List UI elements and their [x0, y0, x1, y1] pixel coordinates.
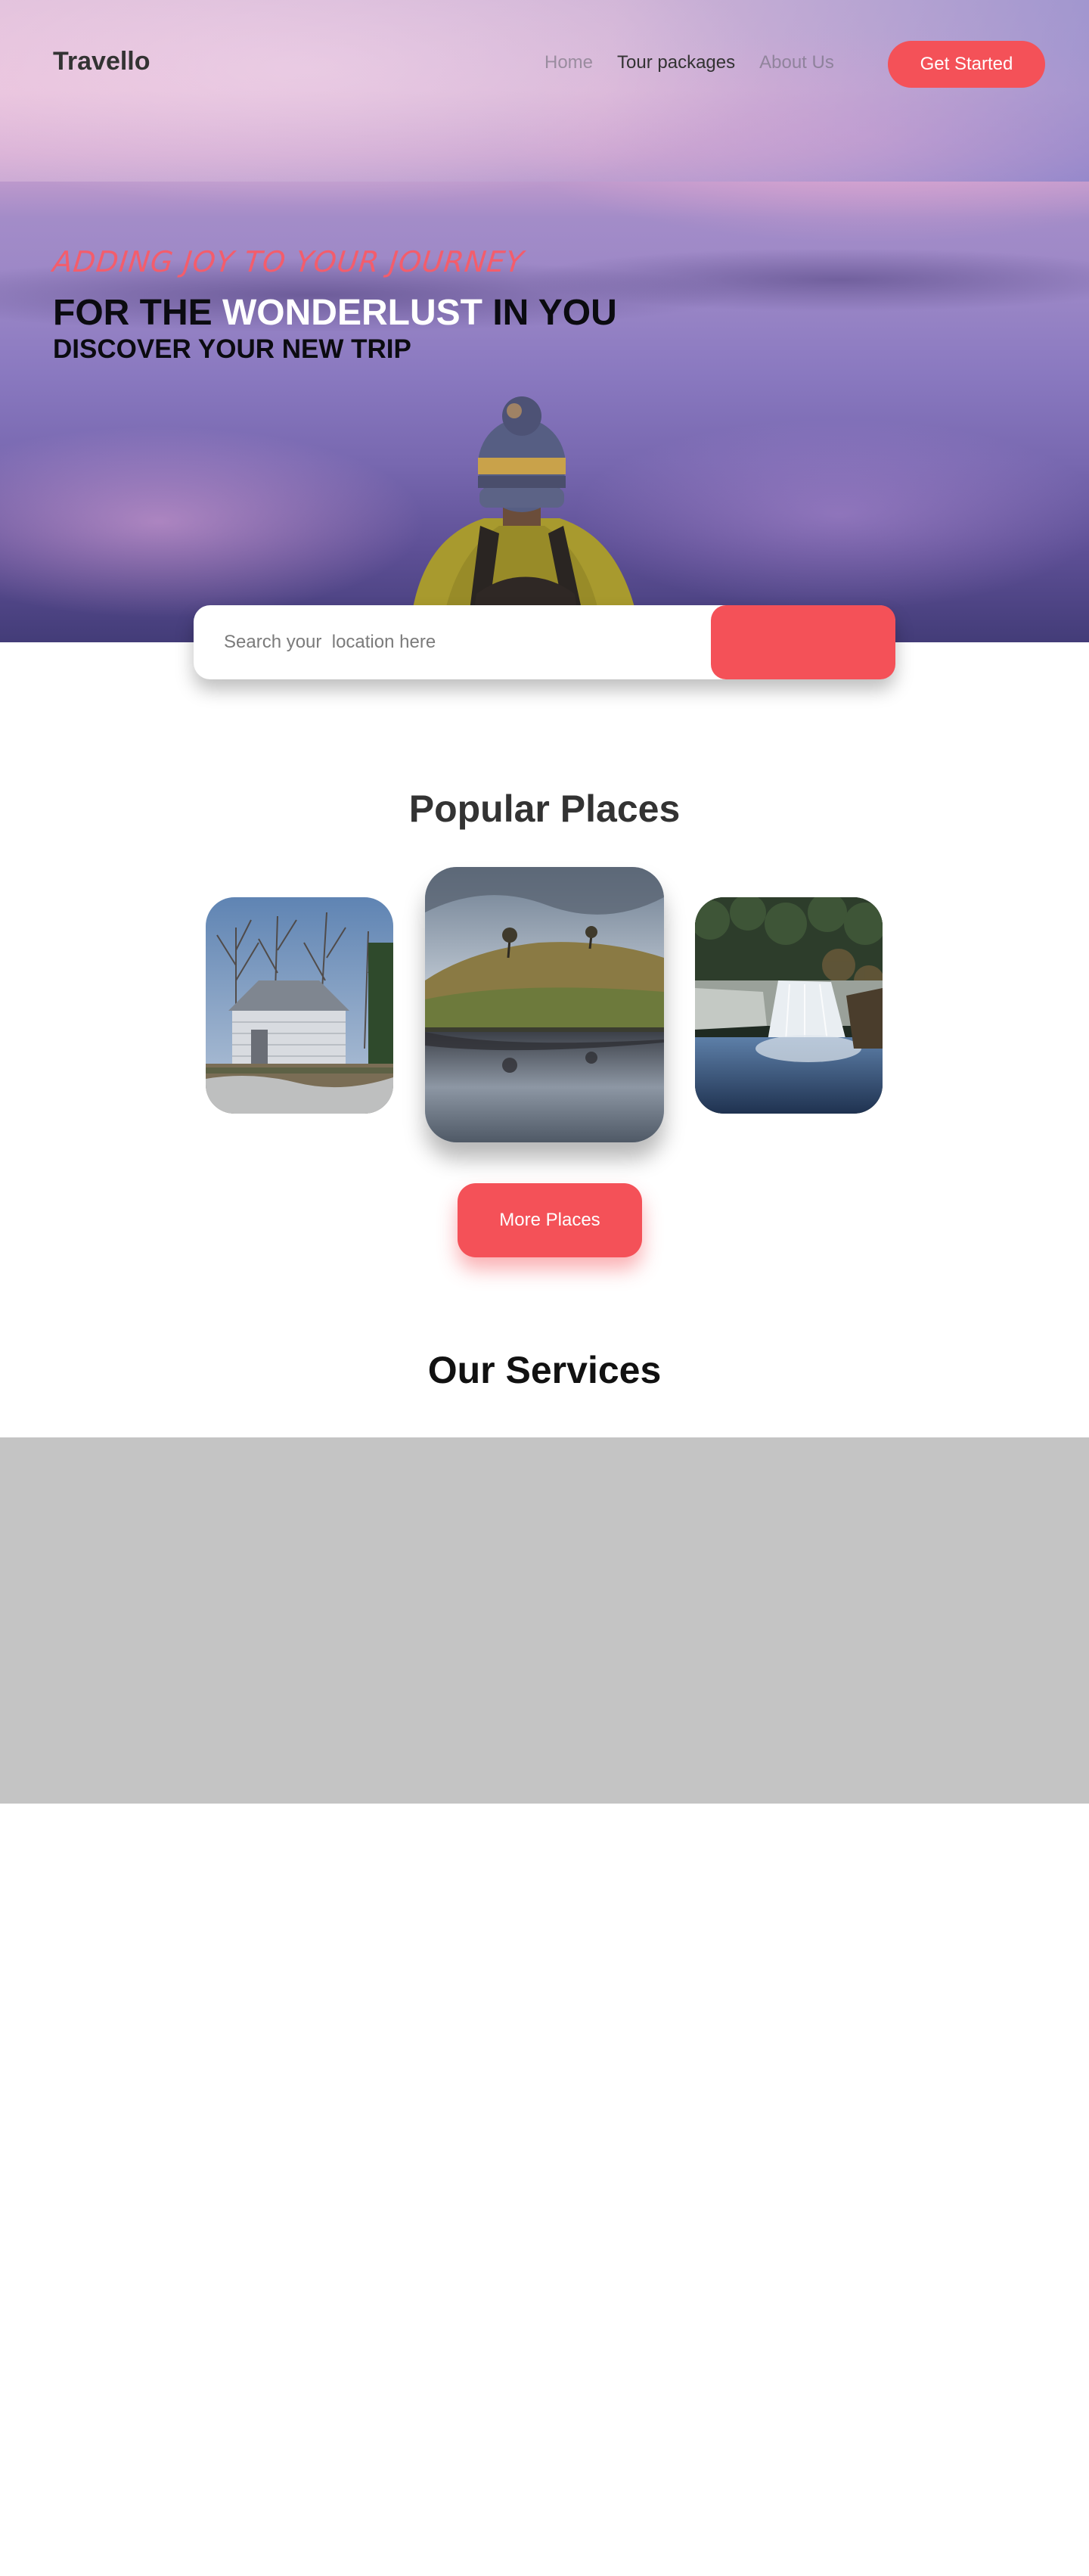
nav-link-home[interactable]: Home: [544, 52, 593, 73]
hero-tagline: ADDING JOY TO YOUR JOURNEY: [51, 245, 526, 278]
search-input[interactable]: [224, 628, 662, 657]
barn-image: [206, 897, 393, 1114]
get-started-button[interactable]: Get Started: [888, 41, 1045, 88]
search-button[interactable]: [711, 605, 895, 679]
hero-headline: FOR THE WONDERLUST IN YOU: [53, 292, 617, 334]
place-card-hill[interactable]: [425, 867, 664, 1142]
main-nav: Home Tour packages About Us: [544, 52, 858, 73]
our-services-title: Our Services: [427, 1349, 662, 1391]
popular-places-title: Popular Places: [408, 788, 681, 830]
place-card-barn[interactable]: [206, 897, 393, 1114]
services-placeholder-block: [0, 1437, 1089, 1804]
hero-subheadline: DISCOVER YOUR NEW TRIP: [53, 334, 411, 364]
hiker-image: [408, 396, 642, 642]
headline-prefix: FOR THE: [53, 293, 213, 333]
place-card-waterfall[interactable]: [695, 897, 883, 1114]
headline-suffix: IN YOU: [492, 293, 617, 333]
hill-image: [425, 867, 664, 1142]
headline-highlight: WONDERLUST: [222, 293, 482, 333]
more-places-button[interactable]: More Places: [458, 1183, 642, 1257]
nav-link-tour-packages[interactable]: Tour packages: [617, 52, 735, 73]
hero-sky: [0, 0, 1089, 182]
nav-link-about-us[interactable]: About Us: [759, 52, 834, 73]
logo[interactable]: Travello: [53, 47, 150, 76]
hero-section: Travello Home Tour packages About Us Get…: [0, 0, 1089, 642]
waterfall-image: [695, 897, 883, 1114]
search-bar: [194, 605, 895, 679]
